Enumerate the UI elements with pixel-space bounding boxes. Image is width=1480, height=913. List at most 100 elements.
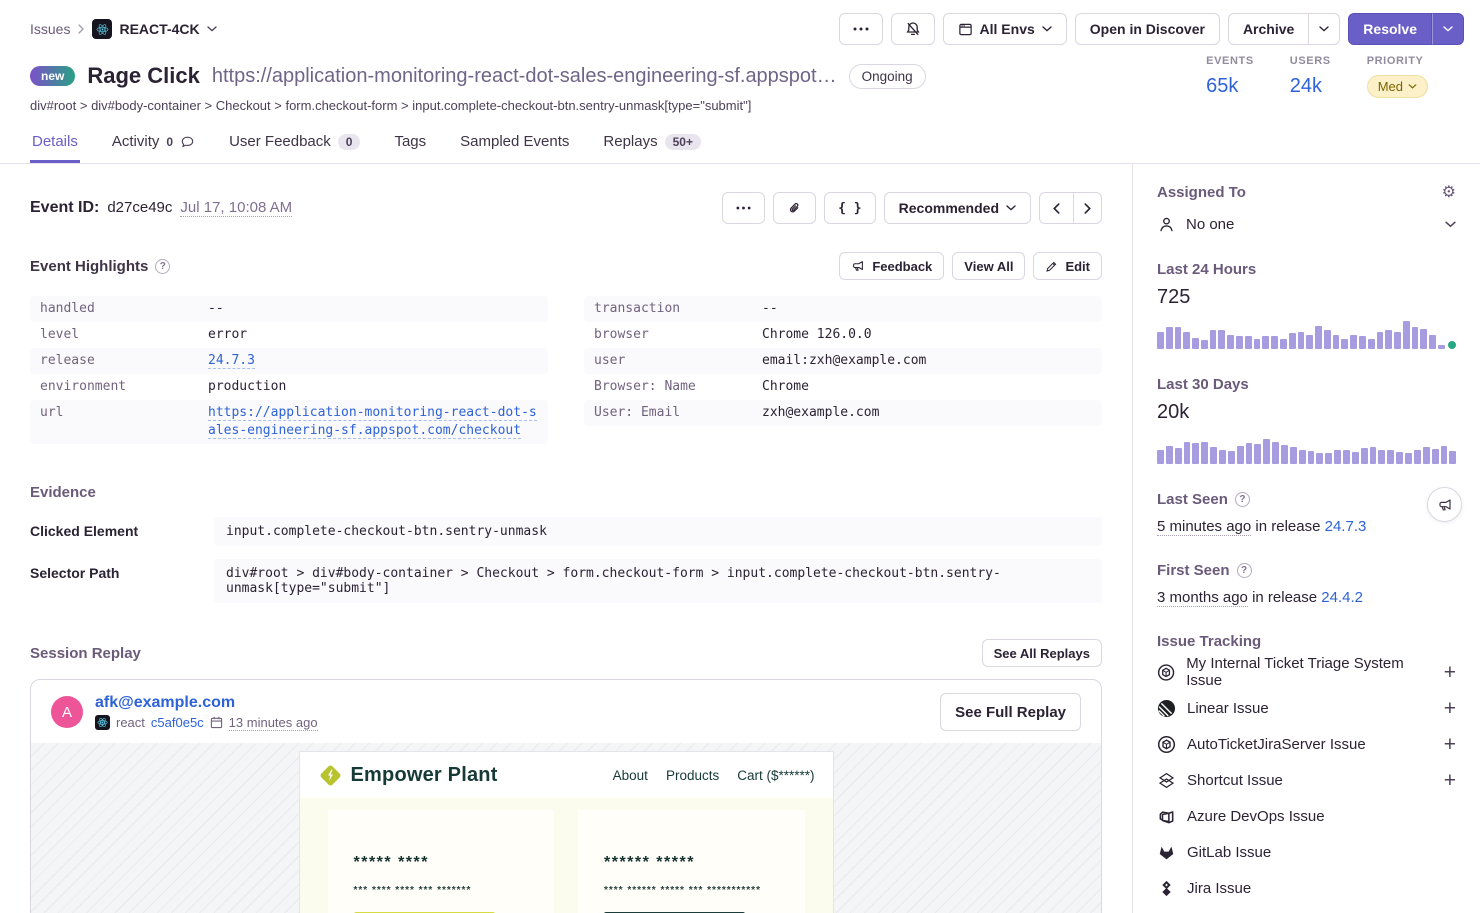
first-seen-release-link[interactable]: 24.4.2 — [1321, 589, 1363, 606]
json-button[interactable]: { } — [824, 192, 875, 224]
highlight-row: Browser: NameChrome — [584, 374, 1102, 400]
see-full-replay-button[interactable]: See Full Replay — [940, 693, 1081, 731]
events-count[interactable]: 65k — [1206, 75, 1254, 98]
evidence-row: Clicked Element input.complete-checkout-… — [30, 517, 1102, 546]
issue-tracking-link[interactable]: GitLab Issue — [1187, 844, 1271, 861]
product-card: ****** ***** **** ****** ***** *** *****… — [578, 810, 805, 913]
replay-id-link[interactable]: c5af0e5c — [151, 715, 204, 730]
highlight-row: urlhttps://application-monitoring-react-… — [30, 400, 548, 444]
event-highlights-table: handled-- levelerror release24.7.3 envir… — [30, 296, 1102, 444]
chevron-down-icon — [1443, 26, 1453, 32]
gear-icon[interactable]: ⚙ — [1442, 185, 1456, 201]
project-selector[interactable]: REACT-4CK — [92, 19, 216, 39]
calendar-icon — [210, 716, 223, 729]
issue-tracking-link[interactable]: Linear Issue — [1187, 700, 1269, 717]
event-highlights-title: Event Highlights ? — [30, 258, 170, 275]
help-icon[interactable]: ? — [1237, 563, 1252, 578]
resolve-dropdown-button[interactable] — [1432, 13, 1464, 45]
event-timestamp[interactable]: Jul 17, 10:08 AM — [180, 199, 292, 217]
events-label: EVENTS — [1206, 55, 1254, 67]
replay-user-link[interactable]: afk@example.com — [95, 694, 235, 711]
add-issue-button[interactable]: + — [1444, 734, 1456, 755]
assignee-selector[interactable]: No one — [1157, 215, 1456, 234]
first-seen-time[interactable]: 3 months ago — [1157, 589, 1248, 607]
linear-icon — [1157, 699, 1176, 718]
activity-count: 0 — [166, 135, 173, 149]
issue-tracking-link[interactable]: Shortcut Issue — [1187, 772, 1283, 789]
view-all-button[interactable]: View All — [952, 252, 1025, 280]
assigned-to-title: Assigned To — [1157, 184, 1246, 201]
environment-filter-button[interactable]: All Envs — [943, 13, 1067, 45]
issue-tracking-item: Jira Issue — [1157, 870, 1456, 906]
replay-preview[interactable]: Empower Plant About Products Cart ($****… — [31, 743, 1101, 913]
issue-tabs: Details Activity 0 User Feedback 0 Tags … — [0, 125, 1480, 164]
feedback-button[interactable]: Feedback — [839, 252, 944, 280]
tab-sampled-events[interactable]: Sampled Events — [458, 125, 571, 163]
preview-nav-cart: Cart ($******) — [737, 768, 814, 783]
issue-tracking-link[interactable]: Jira Issue — [1187, 880, 1251, 897]
issue-tracking-item: Shortcut Issue + — [1157, 762, 1456, 798]
gitlab-icon — [1157, 843, 1176, 862]
archive-button[interactable]: Archive — [1228, 13, 1309, 45]
event-selector-button[interactable]: Recommended — [884, 192, 1031, 224]
tab-replays[interactable]: Replays 50+ — [601, 125, 703, 163]
add-issue-button[interactable]: + — [1444, 770, 1456, 791]
add-issue-button[interactable]: + — [1444, 662, 1456, 683]
tab-tags[interactable]: Tags — [392, 125, 428, 163]
issue-tracking-link[interactable]: My Internal Ticket Triage System Issue — [1186, 655, 1433, 689]
last-seen-release-link[interactable]: 24.7.3 — [1325, 518, 1367, 535]
open-in-discover-button[interactable]: Open in Discover — [1075, 13, 1220, 45]
tab-details[interactable]: Details — [30, 125, 80, 163]
edit-highlights-button[interactable]: Edit — [1033, 252, 1102, 280]
mute-button[interactable] — [891, 13, 935, 45]
event-id-label: Event ID: — [30, 199, 99, 217]
attachments-button[interactable] — [773, 192, 816, 224]
chevron-down-icon — [1445, 221, 1456, 228]
issue-tracking-link[interactable]: Azure DevOps Issue — [1187, 808, 1325, 825]
replay-project-name: react — [116, 715, 145, 730]
empower-plant-brand: Empower Plant — [318, 763, 498, 788]
floating-feedback-button[interactable] — [1427, 487, 1462, 522]
chevron-left-icon — [1053, 203, 1060, 214]
ellipsis-icon — [853, 27, 869, 31]
jira-icon — [1157, 879, 1176, 898]
priority-selector[interactable]: Med — [1367, 75, 1428, 98]
next-event-button[interactable] — [1074, 192, 1102, 224]
help-icon[interactable]: ? — [155, 259, 170, 274]
last-seen-title: Last Seen — [1157, 491, 1228, 508]
azure-devops-icon — [1157, 807, 1176, 826]
tab-user-feedback[interactable]: User Feedback 0 — [227, 125, 362, 163]
issue-tracking-link[interactable]: AutoTicketJiraServer Issue — [1187, 736, 1366, 753]
replay-time-ago[interactable]: 13 minutes ago — [229, 715, 318, 731]
event-more-button[interactable] — [722, 192, 765, 224]
chevron-down-icon — [1319, 26, 1329, 32]
last-24-hours-title: Last 24 Hours — [1157, 261, 1456, 278]
priority-label: PRIORITY — [1367, 55, 1428, 67]
issue-tracking-item: Linear Issue + — [1157, 690, 1456, 726]
issue-tracking-item: GitLab Issue — [1157, 834, 1456, 870]
project-name: REACT-4CK — [119, 21, 199, 37]
see-all-replays-button[interactable]: See All Replays — [982, 639, 1102, 667]
archive-dropdown-button[interactable] — [1309, 13, 1340, 45]
avatar: A — [51, 696, 83, 728]
users-count[interactable]: 24k — [1290, 75, 1331, 98]
breadcrumb-issues[interactable]: Issues — [30, 21, 70, 37]
evidence-section: Evidence Clicked Element input.complete-… — [30, 484, 1102, 603]
tab-activity[interactable]: Activity 0 — [110, 125, 197, 163]
more-actions-button[interactable] — [839, 13, 883, 45]
url-link[interactable]: https://application-monitoring-react-dot… — [208, 405, 537, 439]
help-icon[interactable]: ? — [1235, 492, 1250, 507]
highlight-row: levelerror — [30, 322, 548, 348]
evidence-title: Evidence — [30, 484, 1102, 501]
last-30-days-block: Last 30 Days 20k — [1157, 376, 1456, 464]
add-issue-button[interactable]: + — [1444, 698, 1456, 719]
release-link[interactable]: 24.7.3 — [208, 353, 255, 369]
react-project-icon — [92, 19, 112, 39]
issue-sidebar: Assigned To ⚙ No one Last 24 Hours 725 L… — [1132, 164, 1480, 913]
resolve-button[interactable]: Resolve — [1348, 13, 1432, 45]
replay-screenshot: Empower Plant About Products Cart ($****… — [299, 751, 834, 913]
last-seen-time[interactable]: 5 minutes ago — [1157, 518, 1251, 536]
replays-count: 50+ — [665, 134, 701, 150]
previous-event-button[interactable] — [1039, 192, 1074, 224]
issue-culprit-url: https://application-monitoring-react-dot… — [212, 65, 837, 88]
